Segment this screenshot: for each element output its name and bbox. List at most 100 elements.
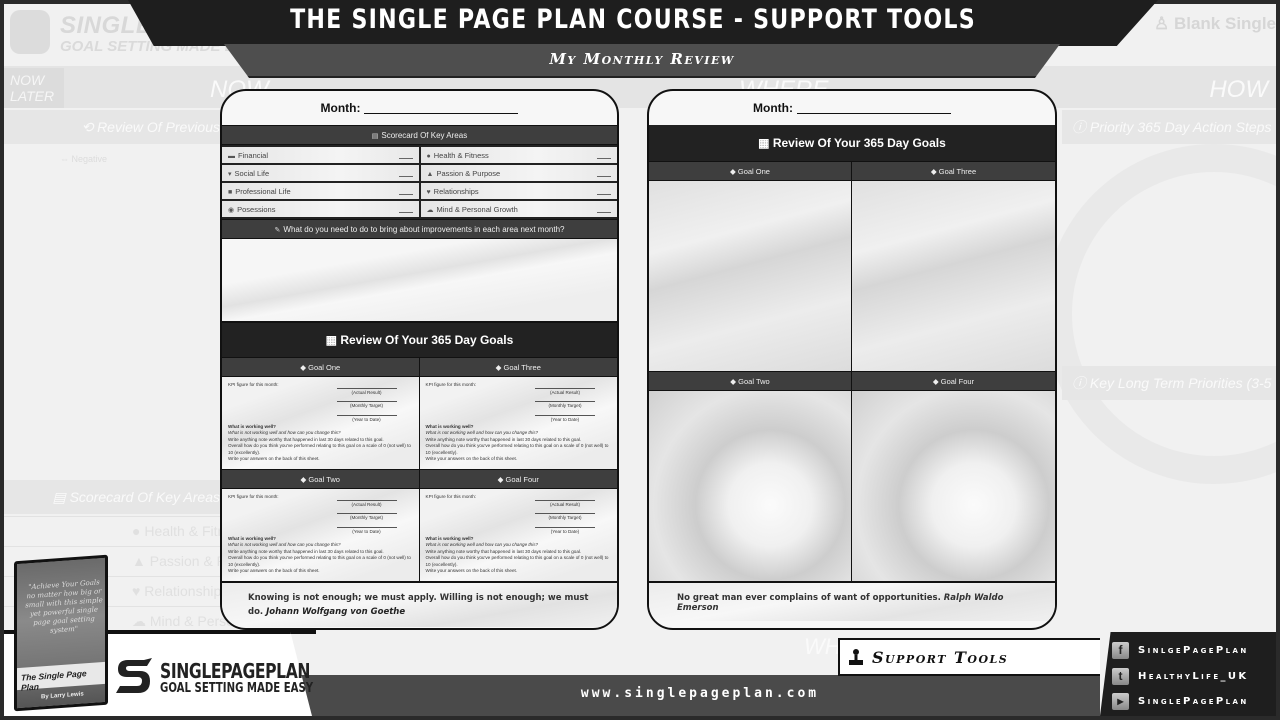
goal-title: Goal One	[308, 363, 341, 372]
kpi-ytd-field[interactable]: (Year to Date)	[336, 526, 397, 535]
question-not-working: What is not working well and how can you…	[425, 430, 539, 436]
goal-answer-area[interactable]	[852, 181, 1055, 371]
social-link-facebook[interactable]: f SinlgePagePlan	[1112, 641, 1249, 659]
goal-answer-four: ◆ Goal Four	[852, 371, 1055, 581]
scorecard-item-label: Financial	[238, 150, 269, 160]
background-key-long-term: ⓘ Key Long Term Priorities (3-5 Years)	[1062, 366, 1276, 400]
heart-icon: ♥	[132, 583, 145, 599]
edit-icon: ✎	[274, 227, 281, 234]
improvements-answer-area[interactable]	[222, 239, 617, 323]
goal-block-goal-three: ◆ Goal Three KPI figure for this month: (A…	[419, 357, 617, 469]
month-input-line[interactable]	[364, 102, 519, 114]
question-not-working: What is not working well and how can you…	[228, 430, 341, 436]
kpi-actual-field[interactable]: (Actual Result)	[535, 500, 595, 508]
question-noteworthy: Write anything note worthy that happened…	[228, 548, 384, 554]
diamond-icon: ◆	[730, 167, 738, 176]
clipboard-icon: ▤	[52, 489, 70, 505]
social-link-youtube[interactable]: ▶ SinglePagePlan	[1112, 692, 1249, 710]
goal-answer-one: ◆ Goal One	[649, 161, 852, 371]
score-blank[interactable]	[398, 152, 413, 159]
month-field: Month:	[222, 91, 617, 125]
goal-body: KPI figure for this month: (Actual Result…	[419, 489, 617, 581]
goal-title: Goal Three	[503, 363, 541, 372]
background-row: ♥ Relationships	[132, 583, 228, 599]
background-review-previous-label: Review Of Previous	[97, 119, 220, 135]
support-tools-label[interactable]: Support Tools	[872, 648, 1008, 667]
kpi-ytd-field[interactable]: (Year to Date)	[336, 414, 397, 423]
score-blank[interactable]	[597, 188, 611, 195]
kpi-target-field[interactable]: (Monthly Target)	[336, 513, 397, 521]
goals-answer-grid: ◆ Goal One ◆ Goal Three ◆ Goal Two ◆ Goa…	[649, 161, 1055, 581]
question-working-well: What is working well?	[425, 536, 474, 541]
goal-header: ◆ Goal Four	[419, 469, 617, 489]
month-input-line[interactable]	[796, 102, 951, 114]
scorecard-grid: ▬ Financial ● Health & Fitness ▾ Social Lif…	[222, 145, 617, 219]
goal-answer-area[interactable]	[852, 391, 1055, 581]
social-link-twitter[interactable]: t HealthyLife_UK	[1112, 667, 1249, 685]
quote: Knowing is not enough; we must apply. Wi…	[222, 581, 617, 627]
question-rating: Overall how do you think you've performe…	[228, 443, 411, 455]
score-blank[interactable]	[398, 170, 413, 177]
goal-title: Goal Four	[505, 475, 539, 484]
goal-answer-area[interactable]	[649, 181, 851, 371]
briefcase-icon: ■	[228, 188, 233, 196]
kpi-label: KPI figure for this month:	[425, 382, 477, 387]
question-working-well: What is working well?	[228, 536, 276, 541]
goals-review-header: ▦ Review Of Your 365 Day Goals	[649, 125, 1055, 161]
background-blank-link[interactable]: ♙ Blank Single	[1154, 14, 1276, 34]
goal-header: ◆ Goal Two	[222, 469, 419, 489]
goal-block-goal-two: ◆ Goal Two KPI figure for this month: (Act…	[222, 469, 420, 581]
score-blank[interactable]	[398, 206, 413, 213]
score-blank[interactable]	[597, 206, 611, 213]
fire-icon: ▲	[132, 553, 150, 569]
score-blank[interactable]	[398, 188, 413, 195]
question-not-working: What is not working well and how can you…	[228, 542, 341, 548]
page-title: THE SINGLE PAGE PLAN COURSE - SUPPORT TO…	[290, 4, 976, 35]
money-icon: ▬	[228, 152, 235, 160]
improvements-header: ✎ What do you need to do to bring about i…	[222, 219, 617, 239]
brand-tagline: GOAL SETTING MADE EASY	[160, 681, 314, 696]
kpi-target-field[interactable]: (Monthly Target)	[535, 401, 595, 409]
monthly-review-sheet-front: Month: ▤ Scorecard Of Key Areas ▬ Financia…	[220, 89, 619, 630]
kpi-actual-field[interactable]: (Actual Result)	[336, 500, 397, 508]
goal-title: Goal Four	[940, 377, 975, 386]
kpi-actual-field[interactable]: (Actual Result)	[535, 388, 595, 396]
website-link[interactable]: www.singlepageplan.com	[300, 686, 1100, 701]
background-scorecard-label: Scorecard Of Key Areas	[69, 489, 220, 505]
background-scorecard: ▤ Scorecard Of Key Areas	[4, 480, 224, 514]
glass-icon: ▾	[228, 170, 232, 178]
background-target-rings	[1044, 144, 1276, 484]
question-noteworthy: Write anything note worthy that happened…	[425, 436, 582, 442]
scorecard-header: ▤ Scorecard Of Key Areas	[222, 125, 617, 145]
goal-block-goal-four: ◆ Goal Four KPI figure for this month: (Ac…	[419, 469, 617, 581]
score-blank[interactable]	[597, 170, 611, 177]
kpi-target-field[interactable]: (Monthly Target)	[336, 401, 397, 409]
background-page: SINGLEPAGEPLAN GOAL SETTING MADE EASY ♙ …	[4, 4, 1276, 716]
kpi-actual-field[interactable]: (Actual Result)	[336, 388, 397, 396]
score-blank[interactable]	[597, 152, 611, 159]
eye-icon: ◉	[228, 206, 235, 214]
goal-title: Goal Three	[938, 167, 977, 176]
social-handle: SinglePagePlan	[1138, 695, 1249, 707]
scorecard-item-passion: ▲ Passion & Purpose	[420, 165, 617, 181]
kpi-fields: (Actual Result) (Monthly Target) (Year to …	[535, 495, 595, 535]
goal-body: KPI figure for this month: (Actual Result…	[419, 377, 617, 469]
kpi-ytd-field[interactable]: (Year to Date)	[535, 526, 595, 535]
kpi-fields: (Actual Result) (Monthly Target) (Year to …	[535, 383, 595, 423]
scorecard-item-health: ● Health & Fitness	[420, 147, 617, 163]
month-field: Month:	[649, 91, 1055, 125]
calendar-icon: ▦	[758, 136, 773, 150]
goal-title: Goal Two	[308, 475, 340, 484]
brain-icon: ☁	[426, 206, 434, 214]
diamond-icon: ◆	[932, 377, 941, 386]
kpi-target-field[interactable]: (Monthly Target)	[535, 513, 595, 521]
instruction-back-of-sheet: Write your answers on the back of this s…	[425, 456, 518, 462]
scorecard-item-label: Health & Fitness	[433, 150, 489, 160]
clipboard-icon: ▤	[371, 133, 379, 140]
scorecard-item-label: Passion & Purpose	[436, 168, 501, 178]
quote: No great man ever complains of want of o…	[649, 581, 1055, 621]
book-author: By Larry Lewis	[41, 691, 84, 701]
goal-answer-area[interactable]	[649, 391, 851, 581]
goal-header: ◆ Goal One	[649, 161, 851, 181]
kpi-ytd-field[interactable]: (Year to Date)	[535, 414, 595, 423]
